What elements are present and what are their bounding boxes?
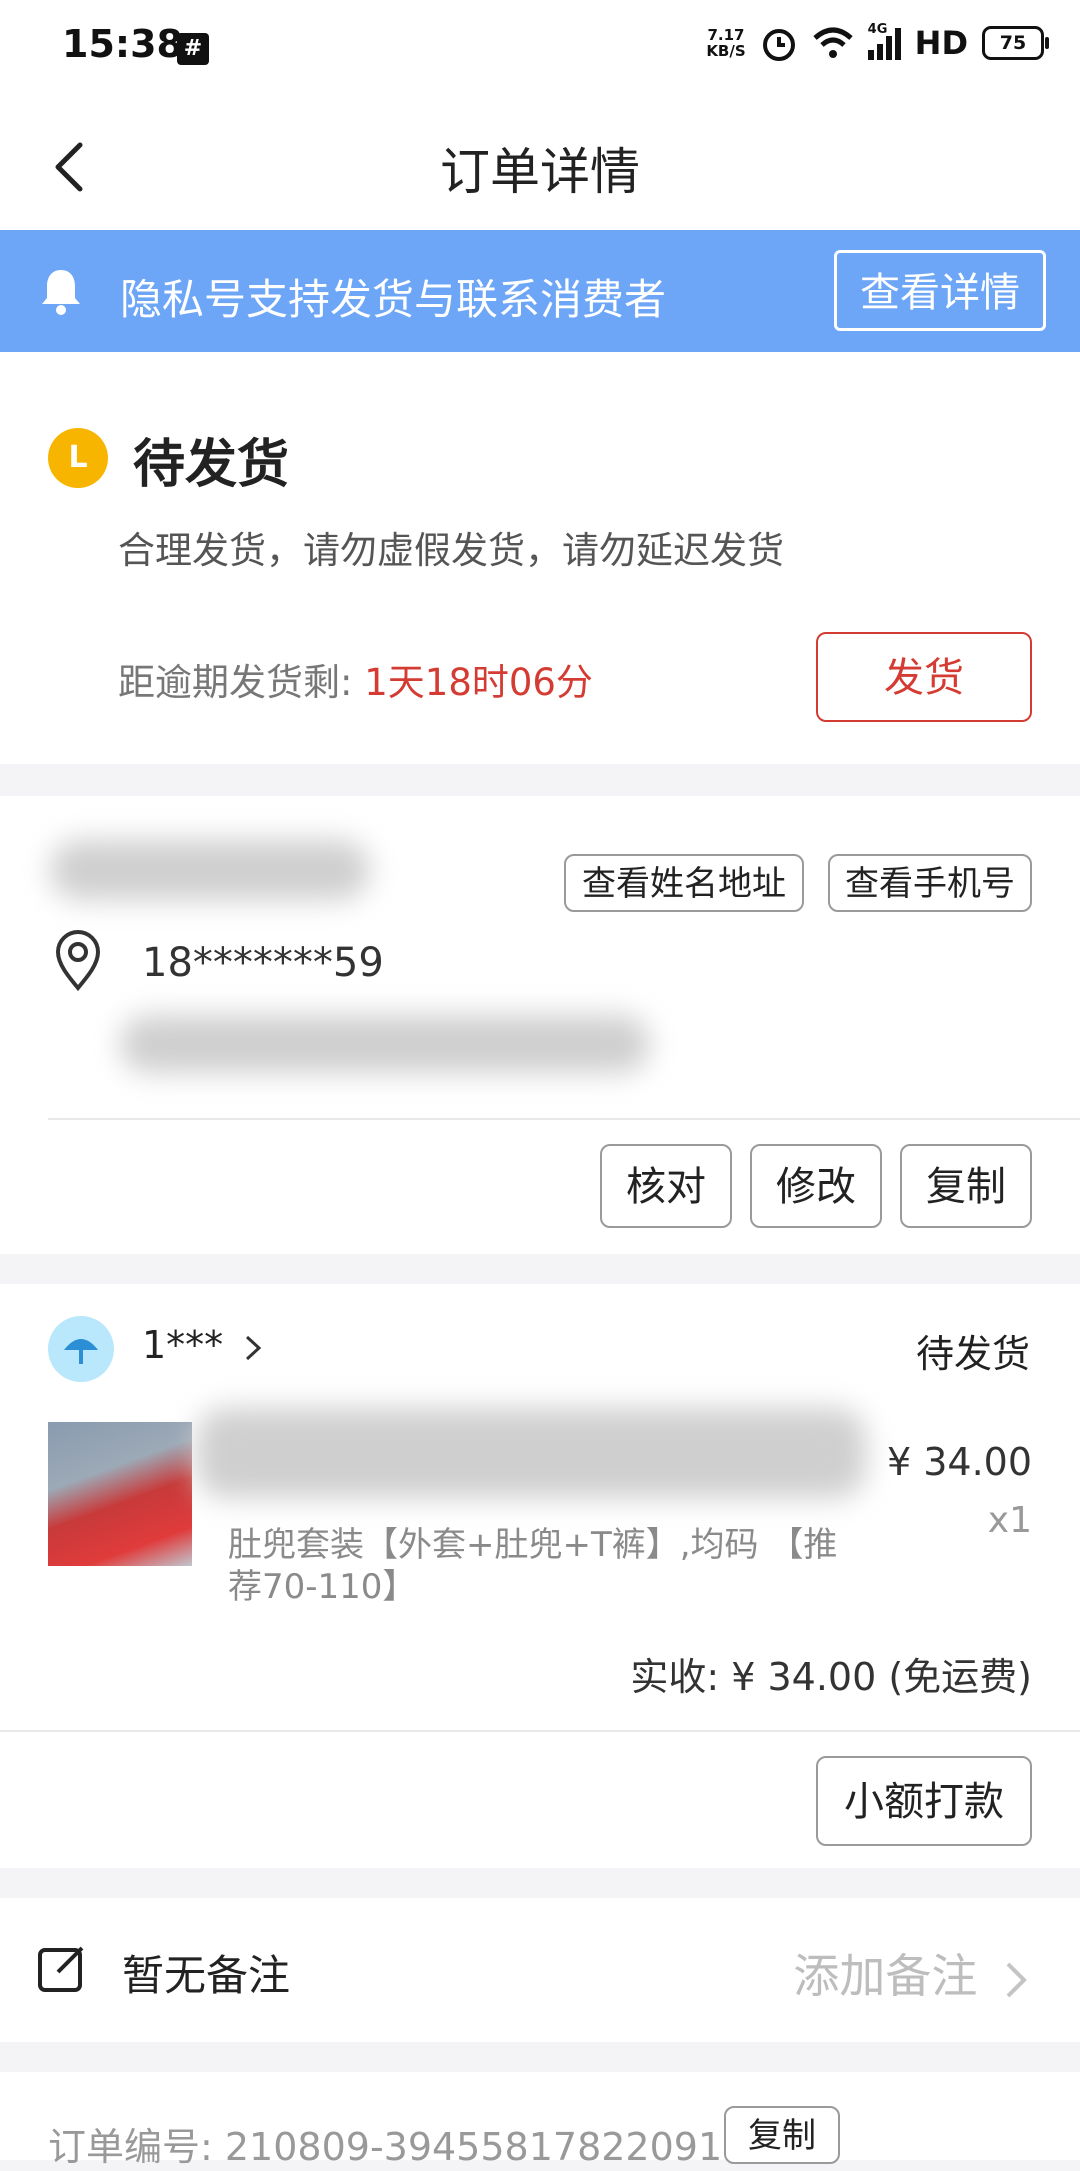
view-phone-button[interactable]: 查看手机号: [828, 854, 1032, 912]
edit-address-button[interactable]: 修改: [750, 1144, 882, 1228]
banner-text: 隐私号支持发货与联系消费者: [120, 275, 667, 324]
order-number: 订单编号: 210809-394558178220914: [48, 2125, 747, 2169]
blurred-recipient-name: [50, 840, 370, 900]
seller-name-text: 1***: [142, 1323, 224, 1367]
deadline-value: 1天18时06分: [364, 661, 593, 704]
product-sku: 肚兜套装【外套+肚兜+T裤】,均码 【推荐70-110】: [228, 1525, 838, 1607]
product-order-state: 待发货: [915, 1332, 1030, 1376]
seller-avatar[interactable]: [48, 1316, 114, 1382]
add-remark-label: 添加备注: [793, 1949, 978, 2003]
copy-address-button[interactable]: 复制: [900, 1144, 1032, 1228]
bell-icon: [42, 270, 80, 315]
deadline-label: 距逾期发货剩:: [118, 661, 365, 704]
page-title: 订单详情: [440, 143, 640, 201]
location-pin-icon: [55, 930, 101, 992]
seller-name[interactable]: 1***: [142, 1323, 265, 1367]
cellular-icon: 4G: [867, 22, 901, 60]
chevron-right-icon: [1006, 1962, 1027, 1997]
divider: [0, 1730, 1080, 1732]
wifi-icon: [812, 27, 853, 58]
view-name-address-button[interactable]: 查看姓名地址: [564, 854, 804, 912]
edit-note-icon: [38, 1946, 84, 1992]
received-amount: 实收: ¥ 34.00 (免运费): [630, 1655, 1032, 1699]
copy-order-number-button[interactable]: 复制: [724, 2106, 840, 2164]
divider: [48, 1118, 1080, 1120]
hd-label: HD: [914, 24, 968, 62]
alarm-icon: [762, 29, 795, 61]
blurred-product-title: [196, 1408, 866, 1498]
remark-label: 暂无备注: [122, 1951, 291, 2000]
battery-icon: 75: [982, 26, 1049, 60]
verify-address-button[interactable]: 核对: [600, 1144, 732, 1228]
network-speed: 7.17 KB/S: [706, 27, 745, 59]
recipient-phone: 18*******59: [142, 940, 384, 986]
status-icons: 7.17 KB/S 4G HD 75: [706, 22, 1049, 62]
product-image[interactable]: [48, 1422, 192, 1566]
product-price: ¥ 34.00: [886, 1440, 1032, 1484]
add-remark-link[interactable]: 添加备注: [793, 1940, 1030, 2006]
network-speed-value: 7.17: [707, 26, 745, 44]
order-status-title: 待发货: [133, 435, 290, 495]
deadline-text: 距逾期发货剩: 1天18时06分: [118, 652, 593, 706]
small-payment-button[interactable]: 小额打款: [816, 1756, 1032, 1846]
blurred-address: [120, 1015, 650, 1073]
chevron-right-icon: [246, 1335, 262, 1360]
umbrella-icon: [64, 1339, 98, 1364]
view-details-button[interactable]: 查看详情: [834, 250, 1046, 331]
product-quantity: x1: [987, 1500, 1032, 1541]
clock: 15:38: [62, 22, 183, 66]
order-status-description: 合理发货，请勿虚假发货，请勿延迟发货: [118, 529, 784, 572]
network-speed-unit: KB/S: [706, 42, 746, 60]
network-type-label: 4G: [867, 22, 888, 37]
ship-button[interactable]: 发货: [816, 632, 1032, 722]
notification-icon: #: [177, 33, 209, 65]
clock-status-icon: L: [48, 428, 108, 488]
